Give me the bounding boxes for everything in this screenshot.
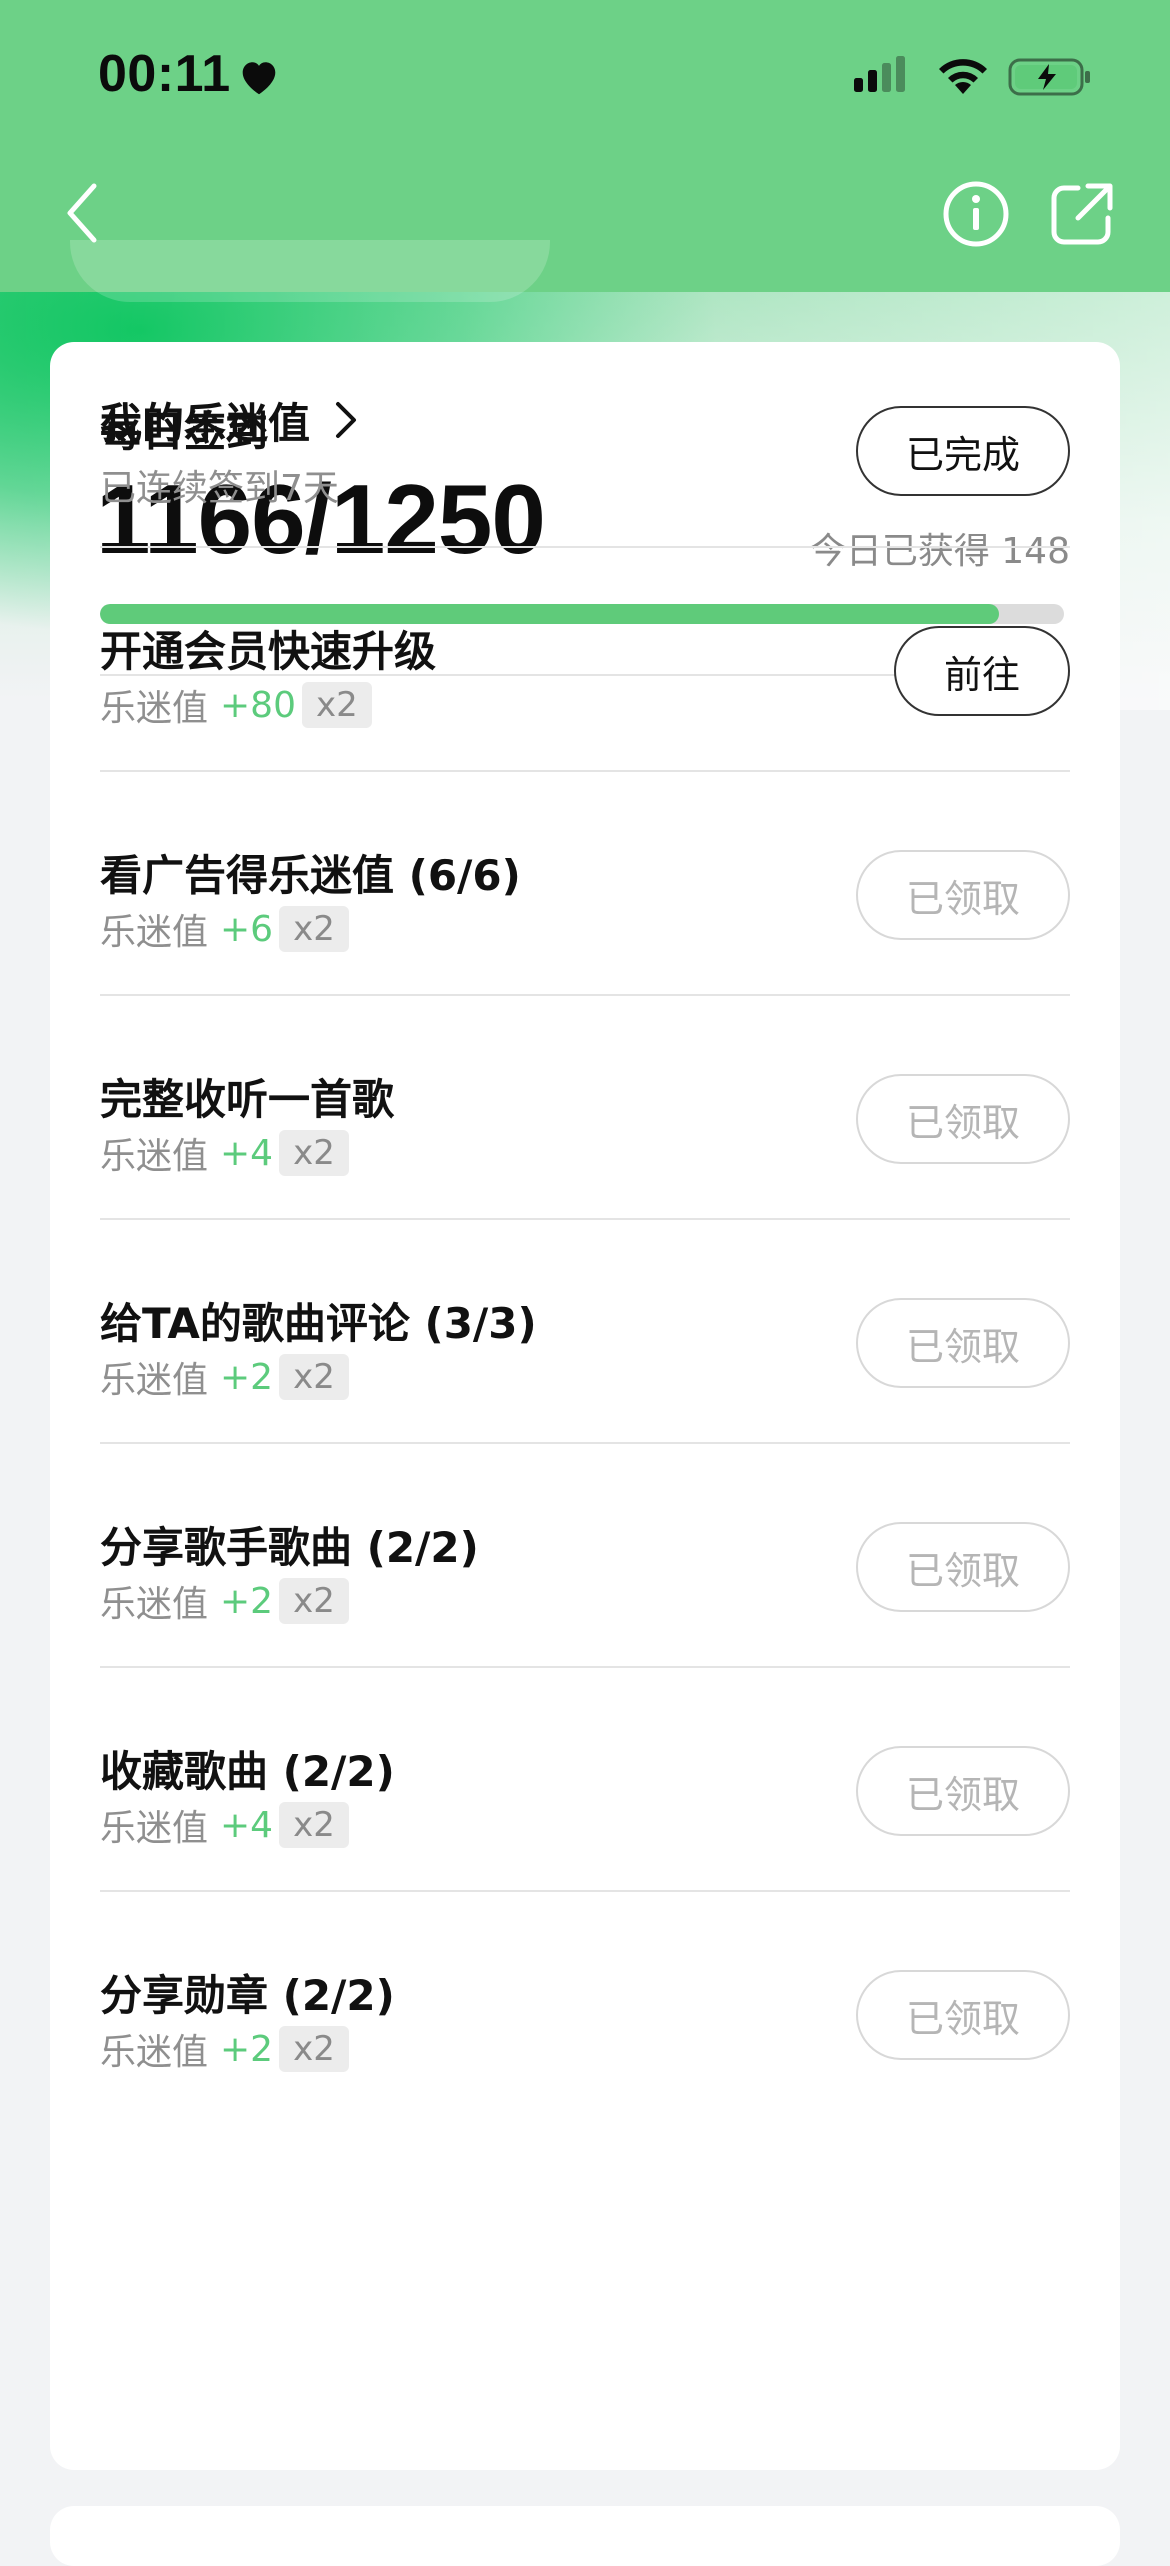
go-button[interactable]: 前往: [894, 626, 1070, 716]
task-row: 收藏歌曲 (2/2) 乐迷值 +4 x2 已领取: [100, 1738, 1070, 1888]
task-row: 分享歌手歌曲 (2/2) 乐迷值 +2 x2 已领取: [100, 1514, 1070, 1664]
task-subtitle-text: 乐迷值: [100, 1360, 209, 1401]
task-subtitle-text: 乐迷值: [100, 1584, 209, 1625]
task-subtitle: 乐迷值 +2 x2: [100, 1576, 349, 1626]
task-subtitle-text: 乐迷值: [100, 2032, 209, 2073]
claimed-button[interactable]: 已领取: [856, 1970, 1070, 2060]
task-subtitle: 乐迷值 +4 x2: [100, 1128, 349, 1178]
task-title: 每日签到: [100, 407, 269, 456]
fan-value-card: 我的乐迷值 1166/1250 今日已获得 148 每日签到 已连续签到7天 已完成…: [50, 342, 1120, 2470]
task-title: 开通会员快速升级: [100, 627, 437, 676]
claimed-button[interactable]: 已领取: [856, 1746, 1070, 1836]
task-multiplier-badge: x2: [279, 1802, 349, 1848]
divider: [100, 994, 1070, 996]
task-points: +4: [220, 1804, 274, 1846]
task-subtitle-text: 乐迷值: [100, 912, 209, 953]
task-row: 看广告得乐迷值 (6/6) 乐迷值 +6 x2 已领取: [100, 842, 1070, 992]
task-points: +2: [220, 1356, 274, 1398]
task-points: +80: [220, 684, 296, 726]
claimed-button[interactable]: 已领取: [856, 1298, 1070, 1388]
task-title: 完整收听一首歌: [100, 1075, 395, 1124]
completed-button[interactable]: 已完成: [856, 406, 1070, 496]
divider: [100, 1218, 1070, 1220]
task-title: 分享勋章 (2/2): [100, 1971, 395, 2020]
divider: [100, 1666, 1070, 1668]
next-section-card: [50, 2506, 1120, 2566]
claimed-button[interactable]: 已领取: [856, 1074, 1070, 1164]
task-row: 开通会员快速升级乐迷值 +80 x2 前往: [100, 618, 1070, 768]
task-title: 分享歌手歌曲 (2/2): [100, 1523, 479, 1572]
task-subtitle: 乐迷值 +6 x2: [100, 904, 349, 954]
task-subtitle: 乐迷值 +4 x2: [100, 1800, 349, 1850]
task-multiplier-badge: x2: [279, 1578, 349, 1624]
task-multiplier-badge: x2: [279, 1354, 349, 1400]
task-points: +4: [220, 1132, 274, 1174]
back-button[interactable]: [58, 178, 108, 248]
wifi-icon: [939, 59, 987, 94]
task-multiplier-badge: x2: [279, 2026, 349, 2072]
task-multiplier-badge: x2: [279, 906, 349, 952]
task-row: 完整收听一首歌乐迷值 +4 x2 已领取: [100, 1066, 1070, 1216]
task-points: +6: [220, 908, 274, 950]
task-title: 给TA的歌曲评论 (3/3): [100, 1299, 537, 1348]
task-row: 给TA的歌曲评论 (3/3) 乐迷值 +2 x2 已领取: [100, 1290, 1070, 1440]
divider: [100, 546, 1070, 548]
divider: [100, 1442, 1070, 1444]
task-points: +2: [220, 2028, 274, 2070]
header-decoration: [70, 240, 550, 302]
task-subtitle: 已连续签到7天: [100, 460, 339, 510]
task-subtitle-text: 已连续签到7天: [100, 468, 339, 509]
task-subtitle: 乐迷值 +2 x2: [100, 1352, 349, 1402]
task-subtitle-text: 乐迷值: [100, 1136, 209, 1177]
share-button[interactable]: [1048, 180, 1116, 248]
heart-icon: [242, 62, 276, 95]
task-title: 看广告得乐迷值 (6/6): [100, 851, 521, 900]
task-multiplier-badge: x2: [302, 682, 372, 728]
task-multiplier-badge: x2: [279, 1130, 349, 1176]
task-subtitle-text: 乐迷值: [100, 1808, 209, 1849]
task-points: +2: [220, 1580, 274, 1622]
divider: [100, 770, 1070, 772]
task-subtitle-text: 乐迷值: [100, 688, 209, 729]
cellular-signal-icon: [854, 56, 905, 92]
status-time: 00:11: [98, 45, 231, 103]
claimed-button[interactable]: 已领取: [856, 1522, 1070, 1612]
claimed-button[interactable]: 已领取: [856, 850, 1070, 940]
task-title: 收藏歌曲 (2/2): [100, 1747, 395, 1796]
task-row: 每日签到已连续签到7天 已完成: [100, 398, 1070, 548]
battery-charging-icon: [1008, 58, 1090, 96]
task-subtitle: 乐迷值 +80 x2: [100, 680, 372, 730]
info-button[interactable]: [942, 180, 1010, 248]
divider: [100, 1890, 1070, 1892]
task-subtitle: 乐迷值 +2 x2: [100, 2024, 349, 2074]
task-row: 分享勋章 (2/2) 乐迷值 +2 x2 已领取: [100, 1962, 1070, 2112]
